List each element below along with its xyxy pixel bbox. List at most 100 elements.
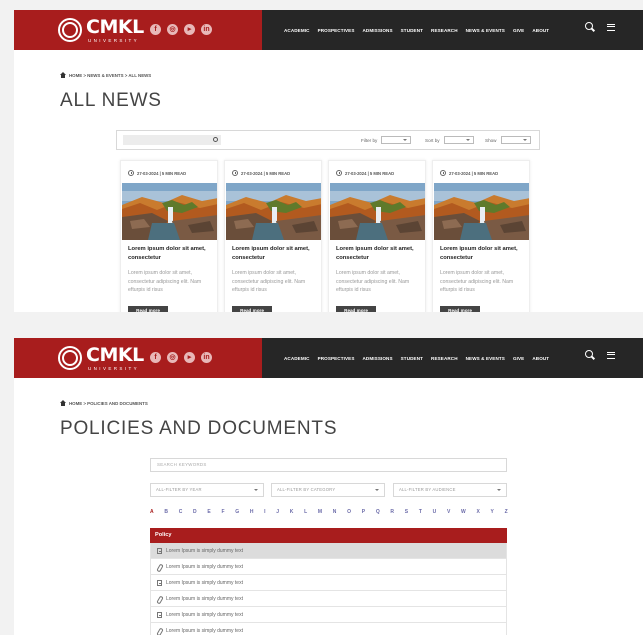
nav-prospectives[interactable]: PROSPECTIVES [318, 356, 355, 361]
nav-academic[interactable]: ACADEMIC [284, 28, 310, 33]
nav-research[interactable]: RESEARCH [431, 356, 458, 361]
policy-row-text[interactable]: Lorem Ipsum is simply dummy text [166, 548, 243, 554]
instagram-icon[interactable]: ◎ [167, 352, 178, 363]
card-title[interactable]: Lorem ipsum dolor sit amet, consectetur [232, 245, 318, 263]
nav-student[interactable]: STUDENT [401, 356, 423, 361]
letter-filter-k[interactable]: K [290, 509, 294, 515]
policy-row-text[interactable]: Lorem Ipsum is simply dummy text [166, 564, 243, 570]
letter-filter-g[interactable]: G [235, 509, 239, 515]
instagram-icon[interactable]: ◎ [167, 24, 178, 35]
nav-research[interactable]: RESEARCH [431, 28, 458, 33]
policy-row[interactable]: Lorem Ipsum is simply dummy text [150, 575, 507, 591]
nav-admissions[interactable]: ADMISSIONS [363, 356, 393, 361]
policy-row-text[interactable]: Lorem Ipsum is simply dummy text [166, 580, 243, 586]
news-search-input[interactable] [123, 135, 221, 145]
hamburger-menu-icon[interactable] [607, 23, 615, 31]
show-select[interactable] [500, 136, 531, 144]
letter-filter-v[interactable]: V [447, 509, 450, 515]
nav-news-events[interactable]: NEWS & EVENTS [466, 356, 505, 361]
nav-about[interactable]: ABOUT [532, 28, 549, 33]
home-icon[interactable] [60, 400, 66, 406]
nav-news-events[interactable]: NEWS & EVENTS [466, 28, 505, 33]
card-image[interactable] [434, 183, 529, 240]
read-more-button[interactable]: Read more [128, 306, 168, 312]
card-image[interactable] [122, 183, 217, 240]
letter-filter-o[interactable]: O [347, 509, 351, 515]
linkedin-icon[interactable]: in [201, 352, 212, 363]
nav-student[interactable]: STUDENT [401, 28, 423, 33]
news-card[interactable]: 27-03-2024 | 5 MIN READ Lorem ipsum dolo… [328, 160, 426, 312]
news-card[interactable]: 27-03-2024 | 5 MIN READ Lorem ipsum dolo… [432, 160, 530, 312]
policy-row[interactable]: Lorem Ipsum is simply dummy text [150, 543, 507, 559]
letter-filter-d[interactable]: D [193, 509, 197, 515]
letter-filter-b[interactable]: B [164, 509, 168, 515]
logo-subtitle: UNIVERSITY [88, 366, 140, 371]
breadcrumb-text[interactable]: HOME > NEWS & EVENTS > ALL NEWS [69, 73, 151, 78]
letter-filter-p[interactable]: P [362, 509, 365, 515]
letter-filter-a[interactable]: A [150, 509, 154, 515]
letter-filter-c[interactable]: C [179, 509, 183, 515]
hamburger-menu-icon[interactable] [607, 351, 615, 359]
facebook-icon[interactable]: f [150, 24, 161, 35]
card-image[interactable] [226, 183, 321, 240]
letter-filter-w[interactable]: W [461, 509, 466, 515]
linkedin-icon[interactable]: in [201, 24, 212, 35]
letter-filter-x[interactable]: X [476, 509, 479, 515]
letter-filter-q[interactable]: Q [376, 509, 380, 515]
card-title[interactable]: Lorem ipsum dolor sit amet, consectetur [128, 245, 214, 263]
card-image[interactable] [330, 183, 425, 240]
home-icon[interactable] [60, 72, 66, 78]
letter-filter-z[interactable]: Z [505, 509, 508, 515]
nav-academic[interactable]: ACADEMIC [284, 356, 310, 361]
policy-row-text[interactable]: Lorem Ipsum is simply dummy text [166, 596, 243, 602]
policy-row-text[interactable]: Lorem Ipsum is simply dummy text [166, 612, 243, 618]
sort-by-select[interactable] [443, 136, 474, 144]
nav-give[interactable]: GIVE [513, 28, 524, 33]
card-title[interactable]: Lorem ipsum dolor sit amet, consectetur [440, 245, 526, 263]
search-icon[interactable] [585, 22, 595, 32]
search-icon[interactable] [585, 350, 595, 360]
read-more-button[interactable]: Read more [232, 306, 272, 312]
filter-category-select[interactable]: ALL-FILTER BY CATEGORY [271, 483, 385, 497]
filter-by-select[interactable] [381, 136, 412, 144]
nav-prospectives[interactable]: PROSPECTIVES [318, 28, 355, 33]
filter-year-select[interactable]: ALL-FILTER BY YEAR [150, 483, 264, 497]
keyword-search-input[interactable]: SEARCH KEYWORDS [150, 458, 507, 472]
letter-filter-s[interactable]: S [405, 509, 408, 515]
news-card[interactable]: 27-03-2024 | 5 MIN READ Lorem ipsum dolo… [224, 160, 322, 312]
policy-row[interactable]: Lorem Ipsum is simply dummy text [150, 623, 507, 635]
policy-row[interactable]: Lorem Ipsum is simply dummy text [150, 607, 507, 623]
letter-filter-l[interactable]: L [304, 509, 307, 515]
logo-wordmark[interactable]: CMKL [86, 16, 144, 38]
university-seal-icon[interactable] [58, 18, 82, 42]
letter-filter-e[interactable]: E [207, 509, 210, 515]
news-card[interactable]: 27-03-2024 | 5 MIN READ Lorem ipsum dolo… [120, 160, 218, 312]
logo-wordmark[interactable]: CMKL [86, 344, 144, 366]
breadcrumb-text[interactable]: HOME > POLICIES AND DOCUMENTS [69, 401, 148, 406]
letter-filter-h[interactable]: H [250, 509, 254, 515]
youtube-icon[interactable]: ▸ [184, 352, 195, 363]
policy-row[interactable]: Lorem Ipsum is simply dummy text [150, 591, 507, 607]
letter-filter-n[interactable]: N [333, 509, 337, 515]
filter-audience-select[interactable]: ALL-FILTER BY AUDIENCE [393, 483, 507, 497]
youtube-icon[interactable]: ▸ [184, 24, 195, 35]
letter-filter-y[interactable]: Y [491, 509, 494, 515]
letter-filter-u[interactable]: U [433, 509, 437, 515]
letter-filter-t[interactable]: T [419, 509, 422, 515]
card-title[interactable]: Lorem ipsum dolor sit amet, consectetur [336, 245, 422, 263]
letter-filter-f[interactable]: F [221, 509, 224, 515]
letter-filter-r[interactable]: R [390, 509, 394, 515]
letter-filter-j[interactable]: J [276, 509, 279, 515]
search-icon[interactable] [213, 137, 218, 142]
letter-filter-i[interactable]: I [264, 509, 265, 515]
nav-admissions[interactable]: ADMISSIONS [363, 28, 393, 33]
nav-about[interactable]: ABOUT [532, 356, 549, 361]
facebook-icon[interactable]: f [150, 352, 161, 363]
policy-row-text[interactable]: Lorem Ipsum is simply dummy text [166, 628, 243, 634]
read-more-button[interactable]: Read more [336, 306, 376, 312]
read-more-button[interactable]: Read more [440, 306, 480, 312]
policy-row[interactable]: Lorem Ipsum is simply dummy text [150, 559, 507, 575]
university-seal-icon[interactable] [58, 346, 82, 370]
letter-filter-m[interactable]: M [318, 509, 322, 515]
nav-give[interactable]: GIVE [513, 356, 524, 361]
